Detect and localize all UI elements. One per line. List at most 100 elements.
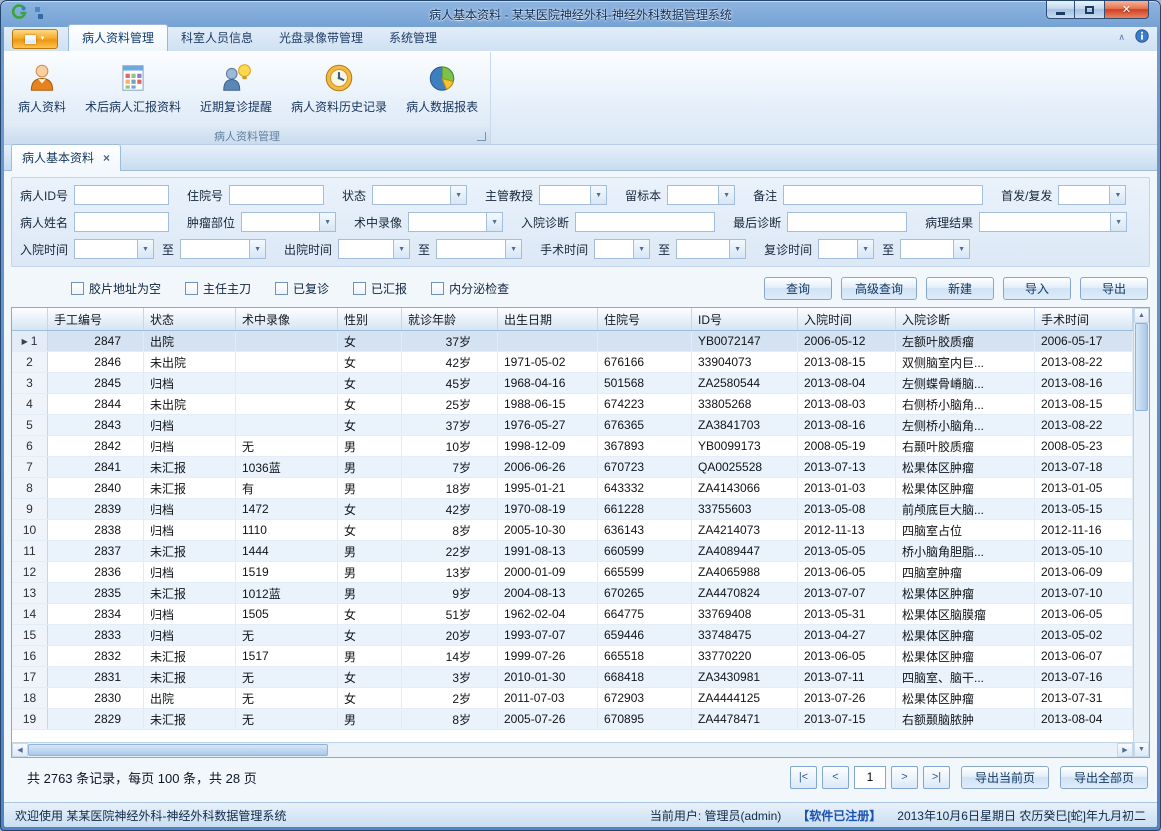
page-number-input[interactable]	[854, 766, 886, 789]
followup-time-to-combo[interactable]: ▼	[900, 239, 970, 259]
table-row[interactable]: 192829未汇报无男8岁2005-07-26670895ZA447847120…	[12, 709, 1133, 730]
column-header[interactable]: 手工编号	[48, 308, 144, 330]
column-header[interactable]: 性别	[338, 308, 402, 330]
tumor-site-combo[interactable]: ▼	[241, 212, 336, 232]
admission-time-to-combo[interactable]: ▼	[180, 239, 266, 259]
inpatient-no-input[interactable]	[229, 185, 324, 205]
last-page-button[interactable]: >|	[923, 766, 950, 789]
checkbox-film-address-empty[interactable]: 胶片地址为空	[71, 280, 161, 297]
table-row[interactable]: 52843归档女37岁1976-05-27676365ZA38417032013…	[12, 415, 1133, 436]
surgery-time-from-combo[interactable]: ▼	[594, 239, 650, 259]
chevron-down-icon[interactable]: ▼	[590, 186, 606, 204]
prev-page-button[interactable]: <	[822, 766, 849, 789]
checkbox-icon[interactable]	[71, 282, 84, 295]
scroll-down-icon[interactable]: ▼	[1134, 742, 1149, 757]
ribbon-button-history-records[interactable]: 病人资料历史记录	[283, 56, 395, 127]
patient-id-input[interactable]	[74, 185, 169, 205]
import-button[interactable]: 导入	[1003, 277, 1071, 300]
row-indicator-header[interactable]	[12, 308, 48, 330]
table-row[interactable]: 62842归档无男10岁1998-12-09367893YB0099173200…	[12, 436, 1133, 457]
admission-dx-input[interactable]	[575, 212, 715, 232]
table-row[interactable]: 102838归档1110女8岁2005-10-30636143ZA4214073…	[12, 520, 1133, 541]
remark-input[interactable]	[783, 185, 983, 205]
discharge-time-to-combo[interactable]: ▼	[436, 239, 522, 259]
chevron-down-icon[interactable]: ▼	[319, 213, 335, 231]
column-header[interactable]: 术中录像	[236, 308, 338, 330]
scroll-right-icon[interactable]: ▶	[1117, 743, 1133, 757]
patient-name-input[interactable]	[74, 212, 169, 232]
export-button[interactable]: 导出	[1080, 277, 1148, 300]
discharge-time-from-combo[interactable]: ▼	[338, 239, 410, 259]
ribbon-button-postop-report-data[interactable]: 术后病人汇报资料	[77, 56, 189, 127]
ribbon-tab-patient-management[interactable]: 病人资料管理	[68, 24, 168, 51]
chevron-down-icon[interactable]: ▼	[137, 240, 153, 258]
table-row[interactable]: 112837未汇报1444男22岁1991-08-13660599ZA40894…	[12, 541, 1133, 562]
column-header[interactable]: 入院时间	[798, 308, 896, 330]
ribbon-tab-staff-info[interactable]: 科室人员信息	[168, 24, 266, 51]
checkbox-chief-surgeon[interactable]: 主任主刀	[185, 280, 251, 297]
export-current-page-button[interactable]: 导出当前页	[961, 766, 1049, 789]
scroll-up-icon[interactable]: ▲	[1134, 308, 1149, 323]
next-page-button[interactable]: >	[891, 766, 918, 789]
specimen-combo[interactable]: ▼	[667, 185, 735, 205]
tab-close-icon[interactable]: ×	[103, 152, 110, 164]
pathology-combo[interactable]: ▼	[979, 212, 1127, 232]
export-all-pages-button[interactable]: 导出全部页	[1060, 766, 1148, 789]
checkbox-icon[interactable]	[275, 282, 288, 295]
ribbon-button-followup-reminder[interactable]: 近期复诊提醒	[192, 56, 280, 127]
horizontal-scrollbar-thumb[interactable]	[28, 744, 328, 756]
column-header[interactable]: ID号	[692, 308, 798, 330]
table-row[interactable]: ▶12847出院女37岁YB00721472006-05-12左额叶胶质瘤200…	[12, 331, 1133, 352]
vertical-scrollbar-thumb[interactable]	[1135, 323, 1148, 411]
checkbox-endocrine-exam[interactable]: 内分泌检查	[431, 280, 509, 297]
vertical-scrollbar[interactable]: ▲ ▼	[1133, 308, 1149, 757]
checkbox-icon[interactable]	[431, 282, 444, 295]
chevron-down-icon[interactable]: ▼	[718, 186, 734, 204]
followup-time-from-combo[interactable]: ▼	[818, 239, 874, 259]
checkbox-followed-up[interactable]: 已复诊	[275, 280, 329, 297]
table-row[interactable]: 182830出院无女2岁2011-07-03672903ZA4444125201…	[12, 688, 1133, 709]
table-row[interactable]: 82840未汇报有男18岁1995-01-21643332ZA414306620…	[12, 478, 1133, 499]
chevron-down-icon[interactable]: ▼	[393, 240, 409, 258]
ribbon-button-patient-data[interactable]: 病人资料	[10, 56, 74, 127]
table-row[interactable]: 32845归档女45岁1968-04-16501568ZA25805442013…	[12, 373, 1133, 394]
chevron-down-icon[interactable]: ▼	[729, 240, 745, 258]
close-button[interactable]: ✕	[1104, 1, 1149, 19]
scroll-left-icon[interactable]: ◀	[12, 743, 28, 757]
table-row[interactable]: 122836归档1519男13岁2000-01-09665599ZA406598…	[12, 562, 1133, 583]
first-relapse-combo[interactable]: ▼	[1058, 185, 1126, 205]
final-dx-input[interactable]	[787, 212, 907, 232]
horizontal-scrollbar[interactable]: ◀ ▶	[12, 742, 1133, 757]
chevron-down-icon[interactable]: ▼	[505, 240, 521, 258]
checkbox-icon[interactable]	[185, 282, 198, 295]
ribbon-tab-system-management[interactable]: 系统管理	[376, 24, 450, 51]
table-row[interactable]: 42844未出院女25岁1988-06-15674223338052682013…	[12, 394, 1133, 415]
column-header[interactable]: 手术时间	[1035, 308, 1133, 330]
chevron-down-icon[interactable]: ▼	[450, 186, 466, 204]
chevron-down-icon[interactable]: ▼	[486, 213, 502, 231]
quick-access-icon[interactable]	[34, 6, 48, 23]
ribbon-tab-media-management[interactable]: 光盘录像带管理	[266, 24, 376, 51]
chevron-down-icon[interactable]: ▼	[1110, 213, 1126, 231]
table-row[interactable]: 172831未汇报无女3岁2010-01-30668418ZA343098120…	[12, 667, 1133, 688]
checkbox-reported[interactable]: 已汇报	[353, 280, 407, 297]
chevron-down-icon[interactable]: ▼	[1109, 186, 1125, 204]
checkbox-icon[interactable]	[353, 282, 366, 295]
maximize-button[interactable]	[1075, 1, 1104, 19]
document-tab-patient-basic-info[interactable]: 病人基本资料 ×	[11, 144, 121, 171]
minimize-button[interactable]	[1046, 1, 1075, 19]
help-icon[interactable]	[1135, 29, 1149, 46]
first-page-button[interactable]: |<	[790, 766, 817, 789]
ribbon-button-data-reports[interactable]: 病人数据报表	[398, 56, 486, 127]
column-header[interactable]: 入院诊断	[896, 308, 1035, 330]
chevron-down-icon[interactable]: ▼	[857, 240, 873, 258]
surgery-time-to-combo[interactable]: ▼	[676, 239, 746, 259]
column-header[interactable]: 状态	[144, 308, 236, 330]
chevron-down-icon[interactable]: ▼	[953, 240, 969, 258]
table-row[interactable]: 132835未汇报1012蓝男9岁2004-08-13670265ZA44708…	[12, 583, 1133, 604]
column-header[interactable]: 住院号	[598, 308, 692, 330]
table-row[interactable]: 162832未汇报1517男14岁1999-07-266655183377022…	[12, 646, 1133, 667]
app-menu-button[interactable]: ▼	[12, 29, 58, 49]
ribbon-collapse-icon[interactable]: ∧	[1118, 33, 1125, 42]
table-row[interactable]: 72841未汇报1036蓝男7岁2006-06-26670723QA002552…	[12, 457, 1133, 478]
